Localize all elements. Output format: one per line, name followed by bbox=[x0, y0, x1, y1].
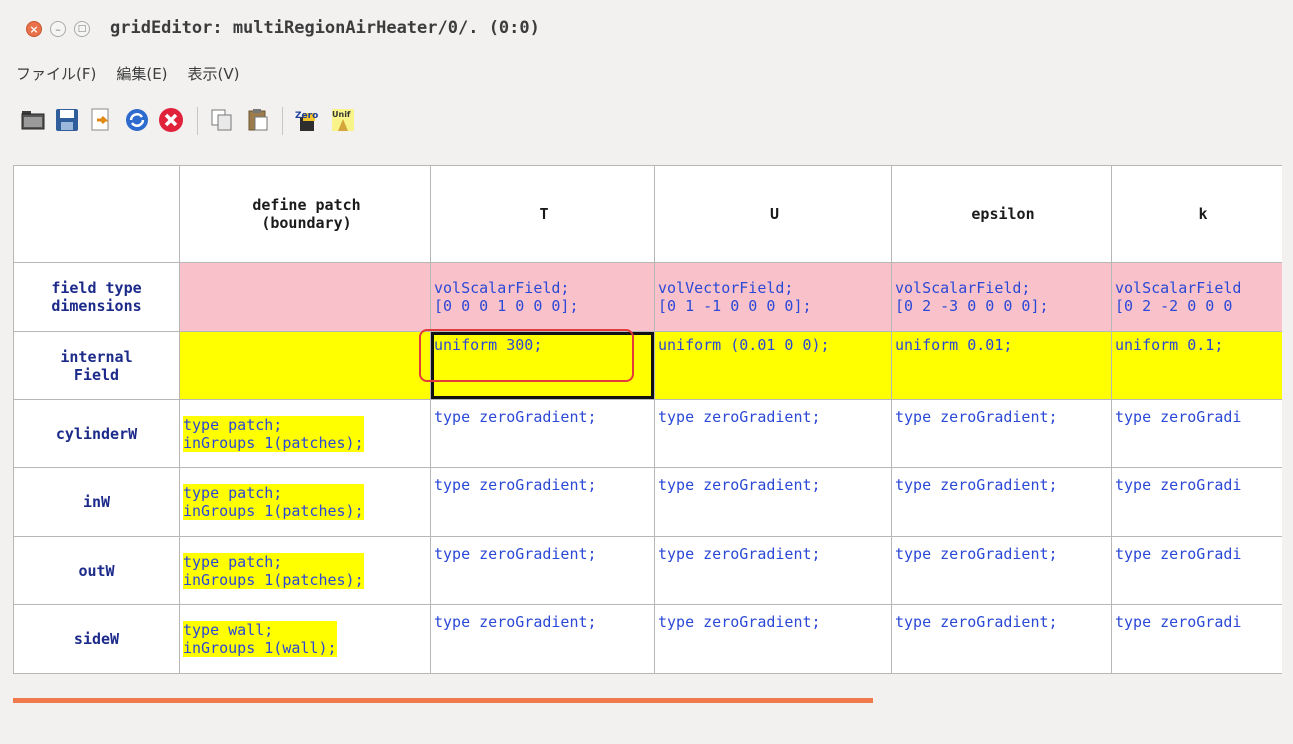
maximize-window-icon[interactable]: □ bbox=[74, 21, 90, 37]
toolbar: Zero Unif bbox=[0, 99, 1293, 143]
cell-sideW-T[interactable]: type zeroGradient; bbox=[430, 604, 655, 674]
column-header-define-patch[interactable]: define patch (boundary) bbox=[179, 165, 431, 263]
toolbar-separator bbox=[197, 107, 198, 135]
table-row-sideW: sideW type wall; inGroups 1(wall); type … bbox=[13, 604, 1292, 674]
cell-cylinderW-patch[interactable]: type patch; inGroups 1(patches); bbox=[179, 399, 431, 468]
table-row-inW: inW type patch; inGroups 1(patches); typ… bbox=[13, 467, 1292, 537]
row-header-internal-field[interactable]: internal Field bbox=[13, 331, 180, 400]
row-header-outW[interactable]: outW bbox=[13, 536, 180, 605]
cell-cylinderW-epsilon[interactable]: type zeroGradient; bbox=[891, 399, 1112, 468]
cell-inW-k[interactable]: type zeroGradi bbox=[1111, 467, 1292, 537]
window-title: gridEditor: multiRegionAirHeater/0/. (0:… bbox=[110, 18, 540, 38]
menu-view[interactable]: 表示(V) bbox=[182, 63, 246, 84]
row-header-sideW[interactable]: sideW bbox=[13, 604, 180, 674]
unif-label: Unif bbox=[332, 110, 351, 119]
zero-label: Zero bbox=[295, 111, 318, 121]
export-icon[interactable] bbox=[88, 107, 114, 133]
cell-outW-T[interactable]: type zeroGradient; bbox=[430, 536, 655, 605]
cell-inW-U[interactable]: type zeroGradient; bbox=[654, 467, 892, 537]
cell-internal-T-value: uniform 300; bbox=[434, 336, 543, 354]
cell-internal-U[interactable]: uniform (0.01 0 0); bbox=[654, 331, 892, 400]
column-header-T[interactable]: T bbox=[430, 165, 655, 263]
row-header-cylinderW[interactable]: cylinderW bbox=[13, 399, 180, 468]
row-header-inW[interactable]: inW bbox=[13, 467, 180, 537]
cell-internal-k[interactable]: uniform 0.1; bbox=[1111, 331, 1292, 400]
cancel-icon[interactable] bbox=[158, 107, 184, 133]
uniform-icon[interactable]: Unif bbox=[330, 107, 356, 133]
cell-outW-patch[interactable]: type patch; inGroups 1(patches); bbox=[179, 536, 431, 605]
cell-inW-patch[interactable]: type patch; inGroups 1(patches); bbox=[179, 467, 431, 537]
cell-sideW-k[interactable]: type zeroGradi bbox=[1111, 604, 1292, 674]
title-bar: × – □ gridEditor: multiRegionAirHeater/0… bbox=[0, 0, 1293, 58]
table-row-outW: outW type patch; inGroups 1(patches); ty… bbox=[13, 536, 1292, 605]
toolbar-separator bbox=[282, 107, 283, 135]
cell-cylinderW-U[interactable]: type zeroGradient; bbox=[654, 399, 892, 468]
cell-cylinderW-T[interactable]: type zeroGradient; bbox=[430, 399, 655, 468]
cell-cylinderW-patch-value: type patch; inGroups 1(patches); bbox=[183, 415, 364, 452]
cell-outW-epsilon[interactable]: type zeroGradient; bbox=[891, 536, 1112, 605]
cell-inW-T[interactable]: type zeroGradient; bbox=[430, 467, 655, 537]
right-edge bbox=[1282, 163, 1293, 685]
column-header-U[interactable]: U bbox=[654, 165, 892, 263]
cell-field-type-U[interactable]: volVectorField; [0 1 -1 0 0 0 0]; bbox=[654, 262, 892, 332]
cell-outW-patch-value: type patch; inGroups 1(patches); bbox=[183, 552, 364, 589]
refresh-icon[interactable] bbox=[124, 107, 150, 133]
cell-sideW-patch[interactable]: type wall; inGroups 1(wall); bbox=[179, 604, 431, 674]
cell-inW-epsilon[interactable]: type zeroGradient; bbox=[891, 467, 1112, 537]
cell-internal-T[interactable]: uniform 300; bbox=[430, 331, 655, 400]
minimize-window-icon[interactable]: – bbox=[50, 21, 66, 37]
cell-internal-patch[interactable] bbox=[179, 331, 431, 400]
cell-outW-k[interactable]: type zeroGradi bbox=[1111, 536, 1292, 605]
copy-icon[interactable] bbox=[209, 107, 235, 133]
folder-open-icon[interactable] bbox=[20, 107, 46, 133]
menu-bar: ファイル(F) 編集(E) 表示(V) bbox=[0, 58, 246, 88]
corner-cell bbox=[13, 165, 180, 263]
grid-editor-table: define patch (boundary) T U epsilon k fi… bbox=[13, 165, 1292, 674]
table-row-internal-field: internal Field uniform 300; uniform (0.0… bbox=[13, 331, 1292, 400]
row-header-field-type[interactable]: field type dimensions bbox=[13, 262, 180, 332]
column-header-k[interactable]: k bbox=[1111, 165, 1292, 263]
cell-cylinderW-k[interactable]: type zeroGradi bbox=[1111, 399, 1292, 468]
table-row-cylinderW: cylinderW type patch; inGroups 1(patches… bbox=[13, 399, 1292, 468]
close-window-icon[interactable]: × bbox=[26, 21, 42, 37]
save-icon[interactable] bbox=[54, 107, 80, 133]
cell-internal-epsilon[interactable]: uniform 0.01; bbox=[891, 331, 1112, 400]
cell-field-type-epsilon[interactable]: volScalarField; [0 2 -3 0 0 0 0]; bbox=[891, 262, 1112, 332]
cell-sideW-U[interactable]: type zeroGradient; bbox=[654, 604, 892, 674]
column-header-epsilon[interactable]: epsilon bbox=[891, 165, 1112, 263]
paste-icon[interactable] bbox=[245, 107, 271, 133]
table-row-field-type: field type dimensions volScalarField; [0… bbox=[13, 262, 1292, 332]
menu-edit[interactable]: 編集(E) bbox=[110, 63, 173, 84]
cell-field-type-T[interactable]: volScalarField; [0 0 0 1 0 0 0]; bbox=[430, 262, 655, 332]
zero-icon[interactable]: Zero bbox=[294, 107, 320, 133]
horizontal-scrollbar[interactable] bbox=[13, 698, 873, 703]
cell-sideW-epsilon[interactable]: type zeroGradient; bbox=[891, 604, 1112, 674]
menu-file[interactable]: ファイル(F) bbox=[10, 63, 102, 84]
header-row: define patch (boundary) T U epsilon k bbox=[13, 165, 1292, 263]
cell-sideW-patch-value: type wall; inGroups 1(wall); bbox=[183, 621, 337, 657]
cell-inW-patch-value: type patch; inGroups 1(patches); bbox=[183, 484, 364, 520]
cell-outW-U[interactable]: type zeroGradient; bbox=[654, 536, 892, 605]
cell-field-type-patch[interactable] bbox=[179, 262, 431, 332]
cell-field-type-k[interactable]: volScalarField [0 2 -2 0 0 0 bbox=[1111, 262, 1292, 332]
